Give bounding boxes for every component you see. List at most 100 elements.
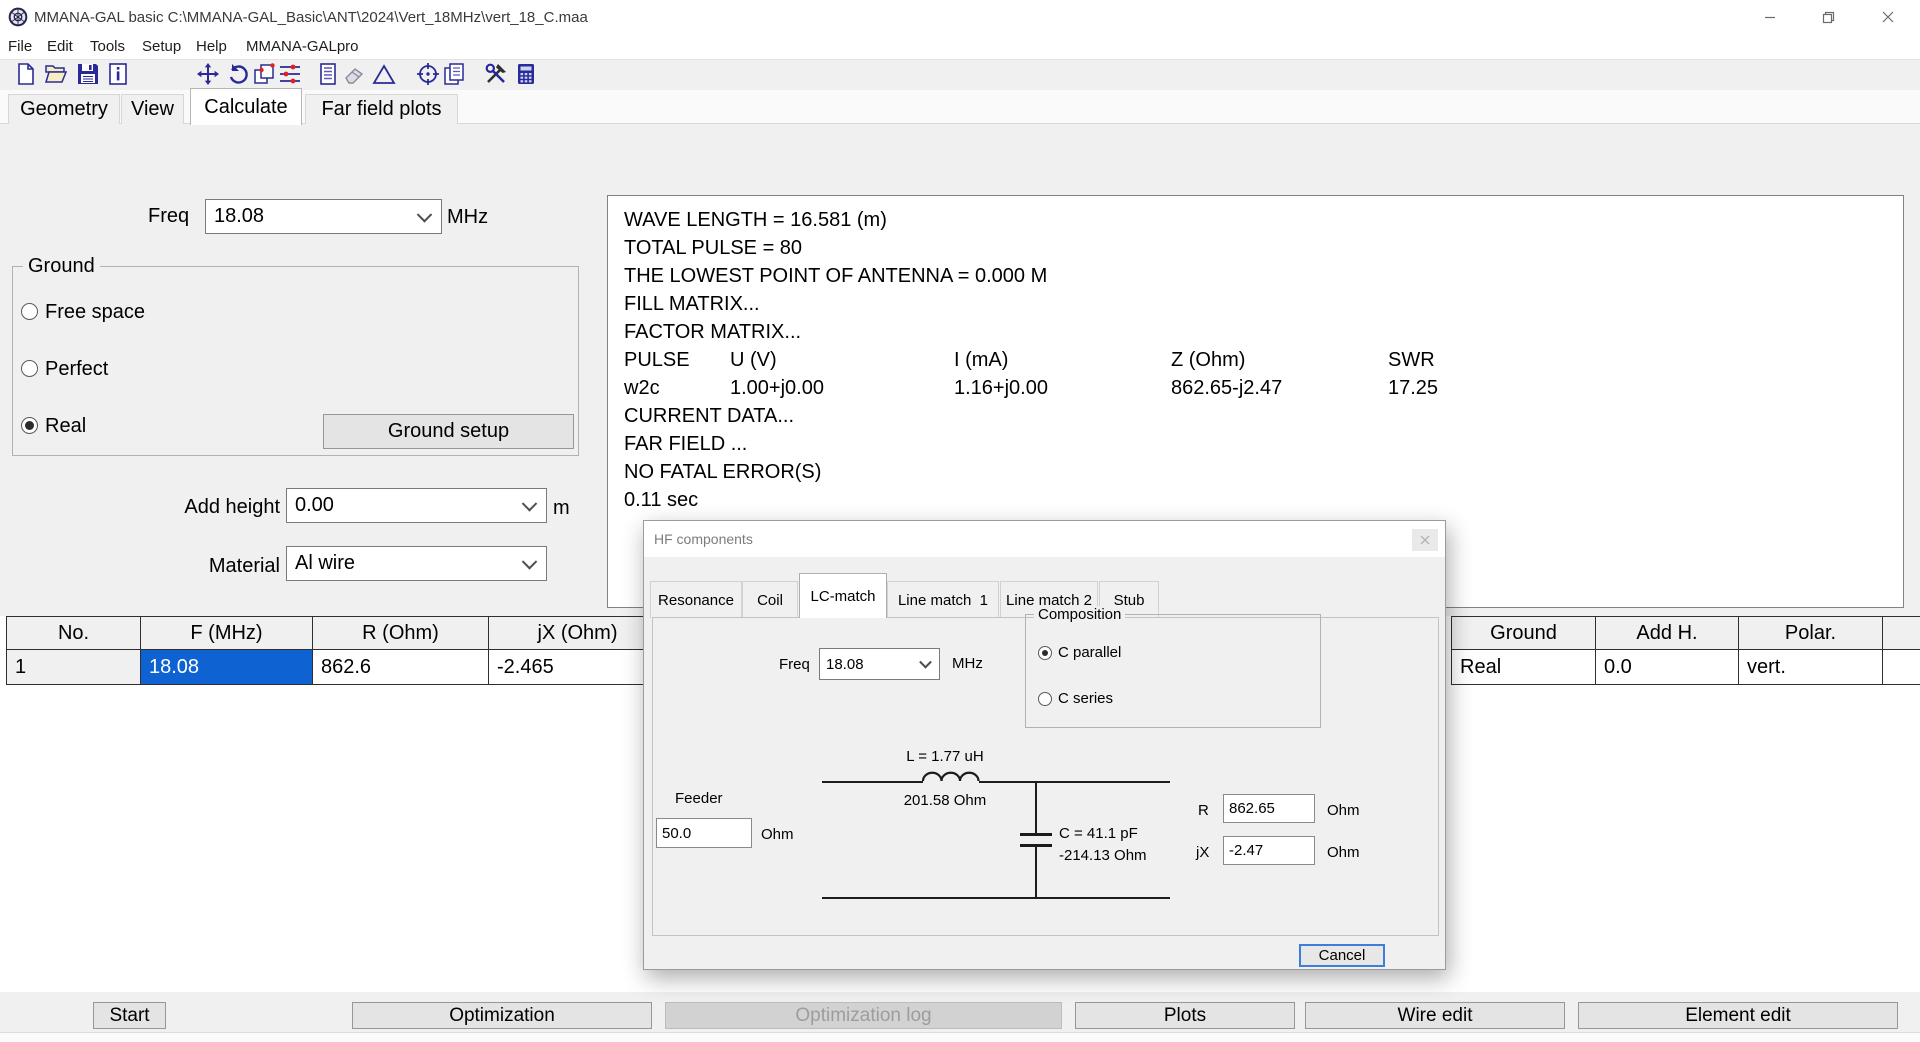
menu-edit[interactable]: Edit (47, 34, 73, 59)
col-header-spacer (1883, 617, 1920, 650)
move-icon[interactable] (196, 62, 220, 86)
main-tab-strip: Geometry View Calculate Far field plots (0, 90, 1920, 124)
cell-add-h[interactable]: 0.0 (1596, 650, 1739, 685)
output-line: FILL MATRIX... (624, 293, 760, 316)
menu-tools[interactable]: Tools (90, 34, 125, 59)
wire-edit-icon[interactable] (252, 62, 276, 86)
app-logo-icon (8, 7, 28, 27)
col-header-polar[interactable]: Polar. (1739, 617, 1883, 650)
tab-calculate[interactable]: Calculate (190, 88, 302, 125)
circuit-wire (822, 781, 923, 783)
composition-legend: Composition (1034, 606, 1125, 623)
dialog-title: HF components (654, 521, 753, 557)
output-pulse-col: I (mA) (954, 349, 1008, 372)
radio-real-label: Real (45, 415, 86, 438)
status-bar (0, 1032, 1920, 1042)
cell-f-mhz-selected[interactable]: 18.08 (141, 650, 313, 685)
inductor-impedance-label: 201.58 Ohm (875, 792, 1015, 809)
calculate-icon[interactable] (514, 62, 538, 86)
set-origin-icon[interactable] (416, 62, 440, 86)
plots-button[interactable]: Plots (1075, 1002, 1295, 1029)
eraser-icon[interactable] (342, 62, 366, 86)
cell-no[interactable]: 1 (7, 650, 141, 685)
menu-setup[interactable]: Setup (142, 34, 181, 59)
wire-edit-button[interactable]: Wire edit (1305, 1002, 1565, 1029)
wire-list-icon[interactable] (316, 62, 340, 86)
col-header-add-h[interactable]: Add H. (1596, 617, 1739, 650)
radio-perfect[interactable] (21, 360, 38, 377)
col-header-no[interactable]: No. (7, 617, 141, 650)
copy-icon[interactable] (442, 62, 466, 86)
col-header-f-mhz[interactable]: F (MHz) (141, 617, 313, 650)
ground-setup-button[interactable]: Ground setup (323, 414, 574, 449)
r-input[interactable] (1223, 794, 1315, 823)
dialog-title-bar[interactable]: HF components (644, 521, 1445, 557)
dialog-freq-combobox[interactable]: 18.08 (819, 648, 940, 680)
window-title: MMANA-GAL basic C:\MMANA-GAL_Basic\ANT\2… (34, 0, 588, 34)
cell-r-ohm[interactable]: 862.6 (313, 650, 489, 685)
start-button[interactable]: Start (93, 1002, 166, 1029)
radio-c-series-label: C series (1058, 690, 1113, 707)
cancel-button[interactable]: Cancel (1299, 944, 1385, 967)
optimization-button[interactable]: Optimization (352, 1002, 652, 1029)
close-button[interactable] (1865, 0, 1911, 34)
menu-help[interactable]: Help (196, 34, 227, 59)
radio-real[interactable] (21, 417, 38, 434)
freq-combobox[interactable]: 18.08 (205, 199, 442, 234)
col-header-jx-ohm[interactable]: jX (Ohm) (489, 617, 667, 650)
open-file-icon[interactable] (44, 62, 68, 86)
minimize-button[interactable] (1747, 0, 1793, 34)
dialog-close-button[interactable] (1412, 529, 1438, 551)
tab-view[interactable]: View (121, 94, 184, 124)
results-table-right: Ground Add H. Polar. Real 0.0 vert. (1451, 616, 1920, 685)
circuit-wire (822, 897, 1170, 899)
element-edit-button[interactable]: Element edit (1578, 1002, 1898, 1029)
menu-mmana-galpro[interactable]: MMANA-GALpro (246, 34, 359, 59)
menu-file[interactable]: File (8, 34, 32, 59)
output-line: 0.11 sec (624, 489, 698, 512)
col-header-ground[interactable]: Ground (1452, 617, 1596, 650)
radio-free-space[interactable] (21, 303, 38, 320)
capacitor-impedance-label: -214.13 Ohm (1059, 847, 1147, 864)
material-combobox[interactable]: Al wire (286, 546, 547, 581)
cell-jx-ohm[interactable]: -2.465 (489, 650, 667, 685)
col-header-r-ohm[interactable]: R (Ohm) (313, 617, 489, 650)
file-info-icon[interactable] (106, 62, 130, 86)
dialog-tab-lc-match[interactable]: LC-match (799, 573, 887, 618)
results-table-left: No. F (MHz) R (Ohm) jX (Ohm) 1 18.08 862… (6, 616, 667, 685)
jx-input[interactable] (1223, 836, 1315, 865)
radio-perfect-label: Perfect (45, 358, 108, 381)
add-height-combobox[interactable]: 0.00 (286, 488, 547, 523)
chevron-down-icon (522, 496, 538, 512)
jx-label: jX (1196, 844, 1209, 861)
chevron-down-icon (417, 207, 433, 223)
tab-geometry[interactable]: Geometry (8, 94, 120, 124)
cell-ground[interactable]: Real (1452, 650, 1596, 685)
output-pulse-col: w2c (624, 377, 660, 400)
radio-c-parallel[interactable] (1038, 646, 1052, 660)
dialog-tab-coil[interactable]: Coil (742, 581, 798, 618)
output-pulse-col: 1.00+j0.00 (730, 377, 824, 400)
radio-c-series[interactable] (1038, 692, 1052, 706)
cell-polar[interactable]: vert. (1739, 650, 1883, 685)
rotate-icon[interactable] (226, 62, 250, 86)
restore-button[interactable] (1805, 0, 1851, 34)
freq-unit: MHz (447, 206, 488, 229)
dialog-tab-resonance[interactable]: Resonance (650, 581, 742, 618)
new-file-icon[interactable] (14, 62, 38, 86)
triangle-plot-icon[interactable] (372, 62, 396, 86)
dialog-tab-line-match-1[interactable]: Line match 1 (887, 581, 999, 618)
save-file-icon[interactable] (76, 62, 100, 86)
add-height-value: 0.00 (295, 494, 334, 517)
jx-unit: Ohm (1327, 844, 1360, 861)
add-height-label: Add height (138, 496, 280, 519)
tab-far-field-plots[interactable]: Far field plots (305, 94, 458, 124)
tools-setup-icon[interactable] (484, 62, 508, 86)
feeder-input[interactable] (656, 818, 752, 848)
r-label: R (1198, 802, 1209, 819)
output-pulse-col: PULSE (624, 349, 690, 372)
table-row: Real 0.0 vert. (1452, 650, 1920, 685)
segment-options-icon[interactable] (278, 62, 302, 86)
output-line: FACTOR MATRIX... (624, 321, 801, 344)
app-window: MMANA-GAL basic C:\MMANA-GAL_Basic\ANT\2… (0, 0, 1920, 1042)
